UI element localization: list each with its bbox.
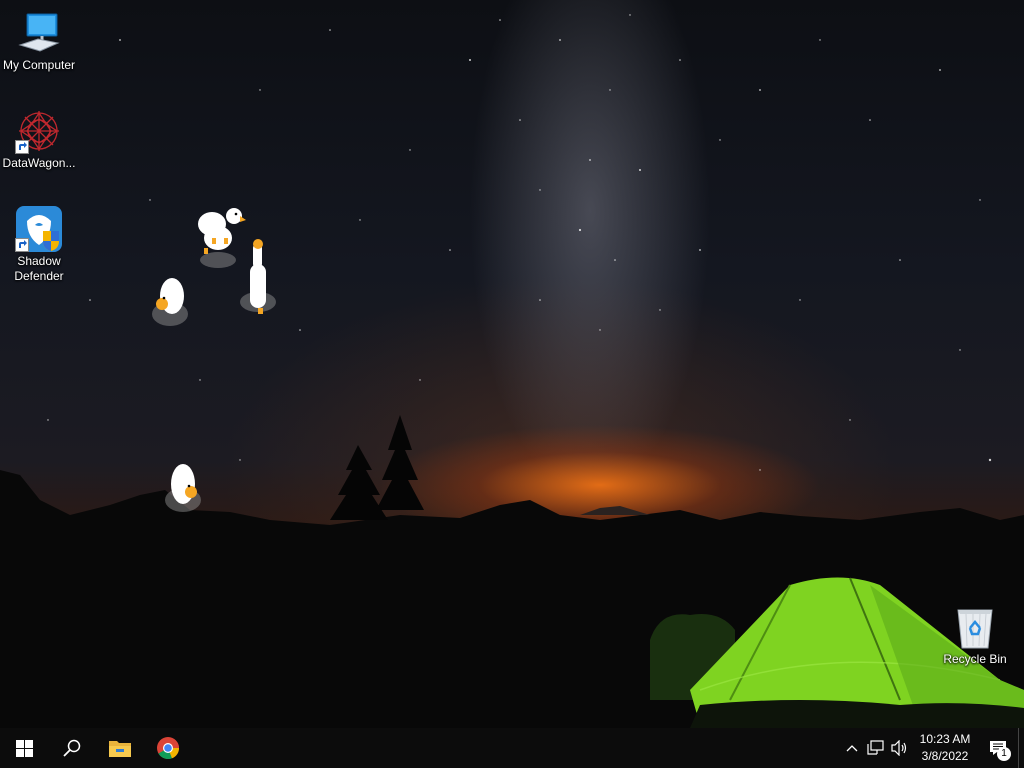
search-button[interactable] bbox=[48, 728, 96, 768]
network-icon bbox=[867, 740, 884, 755]
taskbar: 10:23 AM 3/8/2022 1 bbox=[0, 728, 1024, 768]
chrome-icon bbox=[157, 737, 180, 760]
desktop-icon-shadow-defender[interactable]: Shadow Defender bbox=[1, 204, 77, 284]
network-button[interactable] bbox=[864, 728, 888, 768]
start-button[interactable] bbox=[0, 728, 48, 768]
action-center-button[interactable]: 1 bbox=[978, 728, 1018, 768]
shortcut-arrow-icon bbox=[15, 238, 29, 252]
tree-silhouettes bbox=[330, 415, 424, 520]
desktop-icon-label: Shadow Defender bbox=[14, 254, 64, 283]
wallpaper-landscape bbox=[0, 415, 1024, 728]
shadow-defender-icon bbox=[14, 204, 64, 254]
chevron-up-icon bbox=[846, 745, 858, 752]
speaker-icon bbox=[891, 740, 907, 756]
desktop-icon-recycle-bin[interactable]: Recycle Bin bbox=[937, 602, 1013, 667]
folder-icon bbox=[109, 741, 131, 757]
desktop-icon-my-computer[interactable]: My Computer bbox=[1, 8, 77, 73]
system-tray: 10:23 AM 3/8/2022 1 bbox=[840, 728, 1024, 768]
desktop-icon-datawagon[interactable]: DataWagon... bbox=[1, 106, 77, 171]
show-desktop-button[interactable] bbox=[1018, 728, 1024, 768]
chrome-button[interactable] bbox=[144, 728, 192, 768]
computer-icon bbox=[14, 8, 64, 58]
goose-sprite[interactable] bbox=[150, 274, 192, 330]
goose-sprite[interactable] bbox=[163, 460, 205, 516]
recycle-bin-icon bbox=[950, 602, 1000, 652]
show-hidden-icons-button[interactable] bbox=[840, 728, 864, 768]
volume-button[interactable] bbox=[888, 728, 912, 768]
desktop-icon-label: My Computer bbox=[2, 58, 76, 72]
file-explorer-button[interactable] bbox=[96, 728, 144, 768]
desktop-icon-label: DataWagon... bbox=[2, 156, 76, 170]
clock-time: 10:23 AM bbox=[919, 732, 971, 746]
desktop[interactable]: My Computer DataWagon... Shadow Defender… bbox=[0, 0, 1024, 728]
notification-count-badge: 1 bbox=[997, 747, 1011, 761]
datawagon-icon bbox=[14, 106, 64, 156]
clock-date: 3/8/2022 bbox=[921, 749, 969, 763]
desktop-icon-label: Recycle Bin bbox=[943, 652, 1007, 666]
clock[interactable]: 10:23 AM 3/8/2022 bbox=[912, 731, 978, 765]
shortcut-arrow-icon bbox=[15, 140, 29, 154]
goose-sprite[interactable] bbox=[238, 234, 278, 318]
search-icon bbox=[63, 739, 81, 757]
windows-icon bbox=[15, 739, 33, 757]
